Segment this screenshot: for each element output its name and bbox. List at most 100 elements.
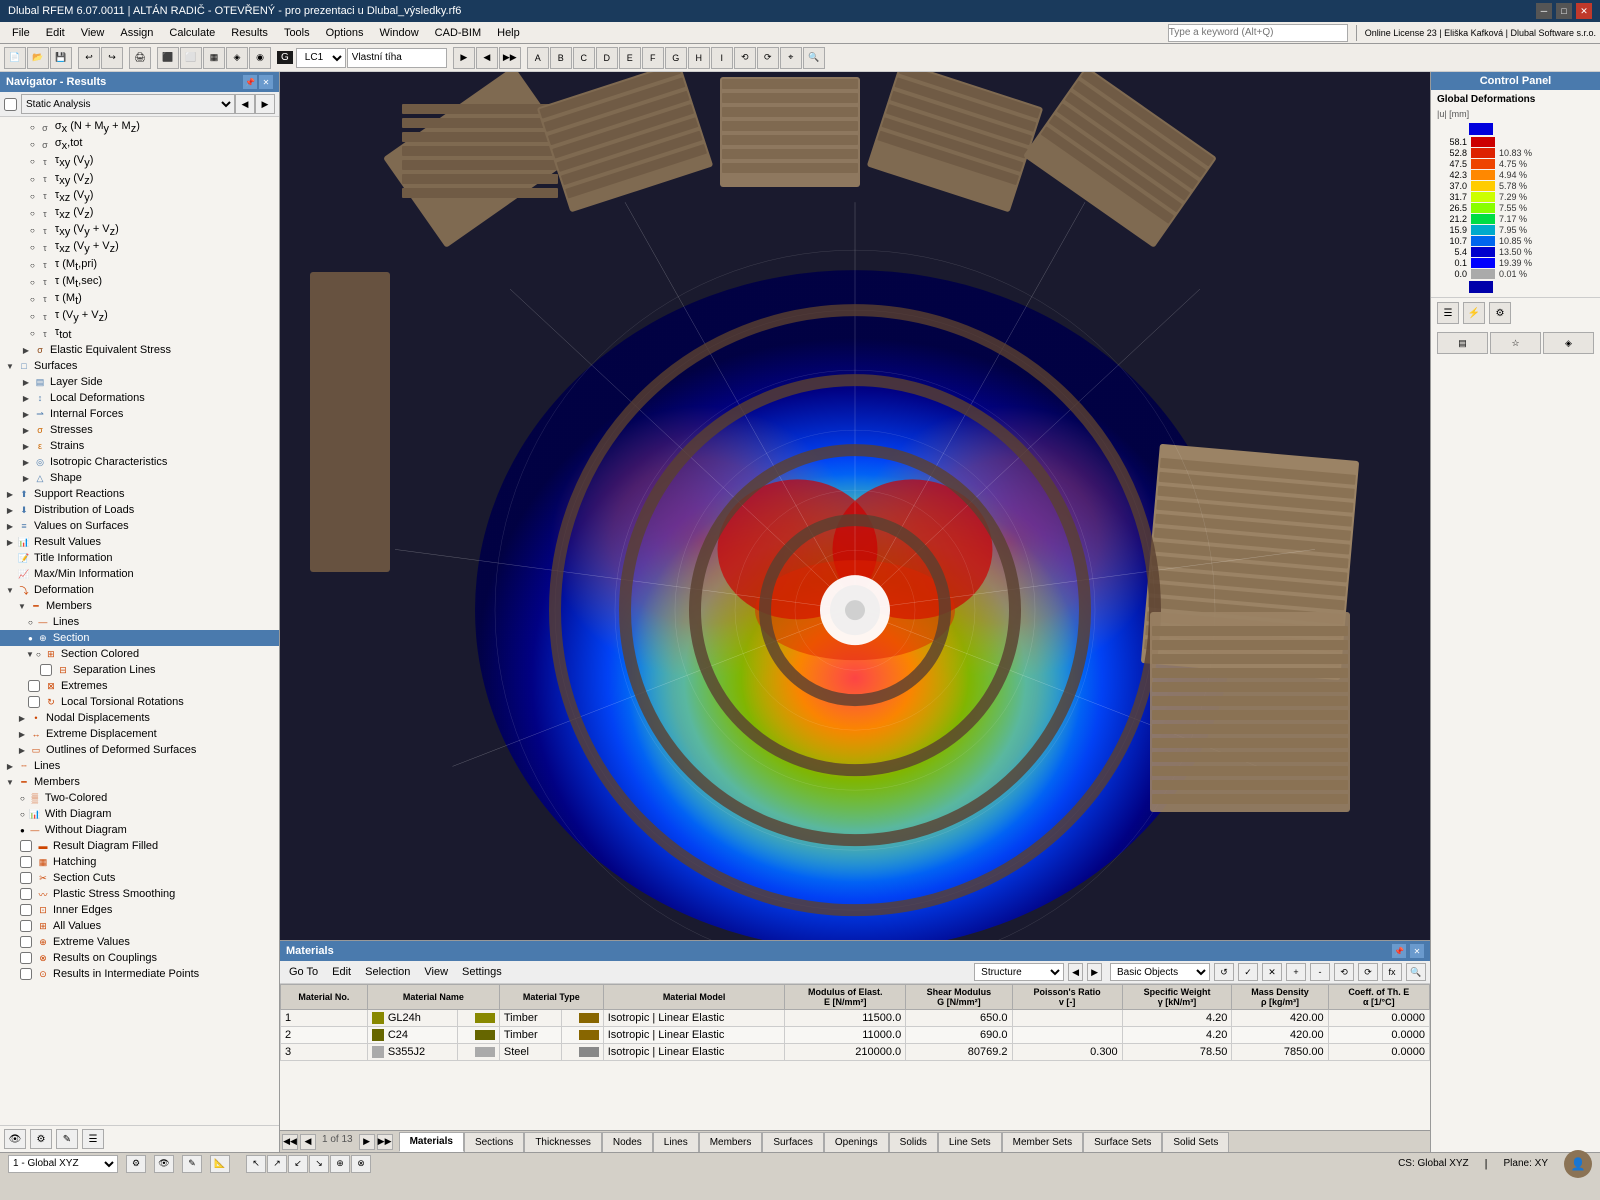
mat-row-1[interactable]: 1 GL24h Timber Isotropic | Linear Elasti… [281, 1010, 1430, 1027]
menu-window[interactable]: Window [372, 25, 427, 41]
menu-results[interactable]: Results [223, 25, 276, 41]
nav-txy-vyvz[interactable]: ○ τ τxy (Vy + Vz) [0, 222, 279, 239]
nav-lines-grp[interactable]: ▶ ╌ Lines [0, 758, 279, 774]
nav-lines-item[interactable]: ○ — Lines [0, 614, 279, 630]
nav-maxmin[interactable]: 📈 Max/Min Information [0, 566, 279, 582]
mat-row-2[interactable]: 2 C24 Timber Isotropic | Linear Elastic … [281, 1027, 1430, 1044]
nav-result-filled[interactable]: ▬ Result Diagram Filled [0, 838, 279, 854]
nav-results-couplings[interactable]: ⊗ Results on Couplings [0, 950, 279, 966]
nav-surfaces[interactable]: ▼ □ Surfaces [0, 358, 279, 374]
st5[interactable]: ⊕ [330, 1155, 350, 1173]
menu-assign[interactable]: Assign [112, 25, 161, 41]
nav-close-btn[interactable]: ✕ [259, 75, 273, 89]
bt-edit[interactable]: Edit [327, 965, 356, 979]
nav-stresses[interactable]: ▶ σ Stresses [0, 422, 279, 438]
nav-inner-edges[interactable]: ⊡ Inner Edges [0, 902, 279, 918]
nav-next-btn[interactable]: ▶ [255, 94, 275, 114]
menu-tools[interactable]: Tools [276, 25, 318, 41]
st1[interactable]: ↖ [246, 1155, 266, 1173]
bt-t9[interactable]: 🔍 [1406, 963, 1426, 981]
nav-section-colored[interactable]: ▼ ○ ⊞ Section Colored [0, 646, 279, 662]
nav-dropdown[interactable]: Static Analysis [21, 94, 235, 114]
nav-t-mt[interactable]: ○ τ τ (Mt) [0, 291, 279, 308]
nav-extreme-disp[interactable]: ▶ ↔ Extreme Displacement [0, 726, 279, 742]
status-btn1[interactable]: ⚙ [126, 1155, 146, 1173]
hatching-check[interactable] [20, 856, 32, 868]
bt-view[interactable]: View [419, 965, 453, 979]
tab-surfaces[interactable]: Surfaces [762, 1132, 823, 1152]
bottom-panel-close[interactable]: ✕ [1410, 944, 1424, 958]
tab-solid-sets[interactable]: Solid Sets [1162, 1132, 1229, 1152]
save-btn[interactable]: 💾 [50, 47, 72, 69]
tb-l[interactable]: ⌖ [780, 47, 802, 69]
nav-sigma-1[interactable]: ○ σ σx (N + My + Mz) [0, 119, 279, 136]
nav-all-values[interactable]: ⊞ All Values [0, 918, 279, 934]
tb-i[interactable]: I [711, 47, 733, 69]
nav-nodal-disp[interactable]: ▶ • Nodal Displacements [0, 710, 279, 726]
bt-t8[interactable]: fx [1382, 963, 1402, 981]
nav-checkbox[interactable] [4, 98, 17, 111]
tb-c[interactable]: C [573, 47, 595, 69]
bt-goto[interactable]: Go To [284, 965, 323, 979]
nav-shape[interactable]: ▶ △ Shape [0, 470, 279, 486]
nav-results-intermediate[interactable]: ⊙ Results in Intermediate Points [0, 966, 279, 982]
extremes-check[interactable] [28, 680, 40, 692]
tab-line-sets[interactable]: Line Sets [938, 1132, 1002, 1152]
minimize-btn[interactable]: ─ [1536, 3, 1552, 19]
nav-members[interactable]: ▼ ━ Members [0, 598, 279, 614]
mat-row-3[interactable]: 3 S355J2 Steel Isotropic | Linear Elasti… [281, 1044, 1430, 1061]
nav-elastic-eq[interactable]: ▶ σ Elastic Equivalent Stress [0, 342, 279, 358]
nav-result-values[interactable]: ▶ 📊 Result Values [0, 534, 279, 550]
nav-distrib-loads[interactable]: ▶ ⬇ Distribution of Loads [0, 502, 279, 518]
nav-t-vyvz[interactable]: ○ τ τ (Vy + Vz) [0, 308, 279, 325]
nav-members-grp[interactable]: ▼ ━ Members [0, 774, 279, 790]
lc-select[interactable]: LC1 [296, 48, 346, 68]
nav-txz-vy[interactable]: ○ τ τxz (Vy) [0, 188, 279, 205]
separation-lines-check[interactable] [40, 664, 52, 676]
tb2[interactable]: ⬜ [180, 47, 202, 69]
nav-icon-4[interactable]: ☰ [82, 1129, 104, 1149]
menu-file[interactable]: File [4, 25, 38, 41]
tb-d[interactable]: D [596, 47, 618, 69]
bottom-panel-pin[interactable]: 📌 [1392, 944, 1406, 958]
nav-txy-vz[interactable]: ○ τ τxy (Vz) [0, 171, 279, 188]
tab-nodes[interactable]: Nodes [602, 1132, 653, 1152]
legend-table-btn[interactable]: ☰ [1437, 302, 1459, 324]
new-btn[interactable]: 📄 [4, 47, 26, 69]
menu-calculate[interactable]: Calculate [161, 25, 223, 41]
tab-sections[interactable]: Sections [464, 1132, 524, 1152]
status-btn2[interactable]: 👁 [154, 1155, 174, 1173]
viewport[interactable] [280, 72, 1430, 940]
nav-without-diagram[interactable]: ● — Without Diagram [0, 822, 279, 838]
tab-next-one-btn[interactable]: ▶ [359, 1134, 375, 1150]
st3[interactable]: ↙ [288, 1155, 308, 1173]
bt-t7[interactable]: ⟳ [1358, 963, 1378, 981]
redo-btn[interactable]: ↪ [101, 47, 123, 69]
legend-mode-3[interactable]: ◈ [1543, 332, 1594, 354]
nav-two-colored[interactable]: ○ ▒ Two-Colored [0, 790, 279, 806]
tb-play[interactable]: ▶ [453, 47, 475, 69]
maximize-btn[interactable]: □ [1556, 3, 1572, 19]
search-input[interactable] [1168, 24, 1348, 42]
nav-sigma-tot[interactable]: ○ σ σx,tot [0, 136, 279, 153]
bt-t1[interactable]: ↺ [1214, 963, 1234, 981]
nav-icon-3[interactable]: ✎ [56, 1129, 78, 1149]
results-intermediate-check[interactable] [20, 968, 32, 980]
extreme-values-check[interactable] [20, 936, 32, 948]
print-btn[interactable]: 🖨 [129, 47, 151, 69]
nav-extremes[interactable]: ⊠ Extremes [0, 678, 279, 694]
tab-prev-btn[interactable]: ◀◀ [282, 1134, 298, 1150]
bt-combo1[interactable]: Structure [974, 963, 1064, 981]
nav-pin-btn[interactable]: 📌 [243, 75, 257, 89]
nav-local-torsional[interactable]: ↻ Local Torsional Rotations [0, 694, 279, 710]
nav-with-diagram[interactable]: ○ 📊 With Diagram [0, 806, 279, 822]
menu-cadbim[interactable]: CAD-BIM [427, 25, 489, 41]
nav-local-def[interactable]: ▶ ↕ Local Deformations [0, 390, 279, 406]
bt-next[interactable]: ▶ [1087, 963, 1102, 981]
tab-solids[interactable]: Solids [889, 1132, 938, 1152]
bt-t6[interactable]: ⟲ [1334, 963, 1354, 981]
nav-txy-vy[interactable]: ○ τ τxy (Vy) [0, 153, 279, 170]
nav-deformation[interactable]: ▼ ⤵ Deformation [0, 582, 279, 598]
nav-t-tot[interactable]: ○ τ τtot [0, 325, 279, 342]
nav-t-mtpri[interactable]: ○ τ τ (Mt,pri) [0, 257, 279, 274]
